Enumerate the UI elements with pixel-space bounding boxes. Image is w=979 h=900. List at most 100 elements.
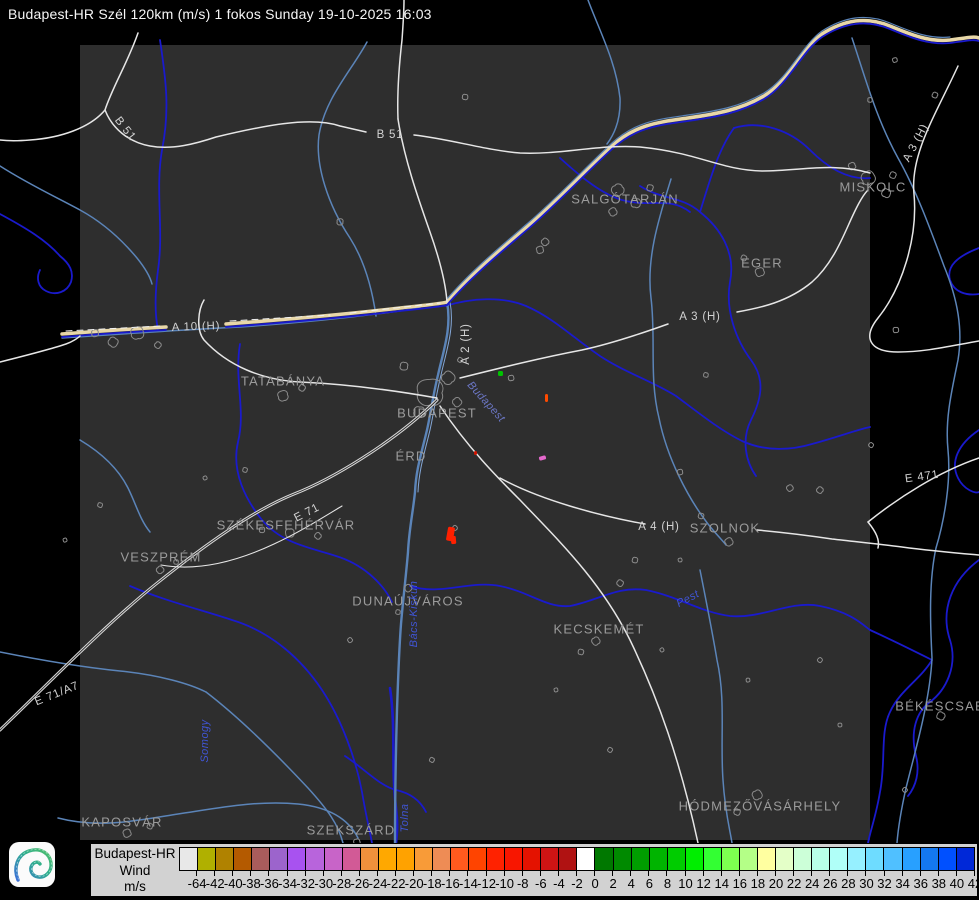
legend-value: 8 — [663, 876, 672, 891]
legend-value: -34 — [278, 876, 297, 891]
legend-value: -10 — [495, 876, 515, 891]
legend-cell — [848, 848, 867, 870]
legend-cell — [577, 848, 596, 870]
legend-caption: Budapest-HR Wind m/s — [93, 846, 177, 896]
legend-value: 36 — [913, 876, 928, 891]
road-label: A 3 (H) — [900, 121, 932, 165]
legend-value: 6 — [645, 876, 653, 891]
legend-value: 0 — [591, 876, 599, 891]
legend-value: -32 — [296, 876, 316, 891]
legend-cell — [559, 848, 578, 870]
legend-value: -36 — [260, 876, 279, 891]
legend-value: -6 — [535, 876, 547, 891]
legend-value: 4 — [627, 876, 635, 891]
legend-cell — [541, 848, 560, 870]
legend-cell — [432, 848, 451, 870]
legend-value: -12 — [477, 876, 496, 891]
legend-value: 34 — [895, 876, 910, 891]
legend-value: -18 — [422, 876, 442, 891]
road-label: E 471 — [904, 468, 940, 486]
legend-cell — [595, 848, 614, 870]
spiral-logo-icon — [14, 848, 53, 882]
legend-value: -24 — [368, 876, 388, 891]
legend-value: -22 — [386, 876, 406, 891]
legend-color-scale — [179, 847, 975, 871]
legend-value: 20 — [768, 876, 784, 891]
legend-value: -14 — [459, 876, 478, 891]
legend-value: 14 — [714, 876, 729, 891]
legend-cell — [414, 848, 433, 870]
legend-value: -40 — [223, 876, 243, 891]
legend-cell — [613, 848, 632, 870]
legend-value: 38 — [931, 876, 947, 891]
legend-cell — [884, 848, 903, 870]
legend-cell — [252, 848, 271, 870]
legend-cell — [306, 848, 325, 870]
legend-value: -20 — [404, 876, 424, 891]
radar-echo — [498, 371, 503, 376]
legend-value: -42 — [205, 876, 225, 891]
app-logo — [9, 842, 55, 887]
legend-value: 22 — [786, 876, 802, 891]
legend-value: 24 — [804, 876, 820, 891]
radar-echo — [545, 394, 548, 402]
legend-cell — [324, 848, 343, 870]
legend-cell — [450, 848, 469, 870]
legend-cell — [794, 848, 813, 870]
legend-cell — [776, 848, 795, 870]
legend-value: 42 — [967, 876, 979, 891]
legend-value: 26 — [823, 876, 838, 891]
legend-value: -26 — [350, 876, 370, 891]
legend-cell — [902, 848, 921, 870]
legend-cell — [469, 848, 488, 870]
legend-value: 32 — [877, 876, 892, 891]
legend-cell — [758, 848, 777, 870]
legend-cell — [830, 848, 849, 870]
legend-value: 10 — [678, 876, 693, 891]
weather-map-screen: Budapest-HR Szél 120km (m/s) 1 fokos Sun… — [0, 0, 979, 900]
legend-panel: Budapest-HR Wind m/s -64 -42 -40 -38 -36 -34-… — [90, 843, 979, 897]
legend-cell — [378, 848, 397, 870]
legend-value: 12 — [696, 876, 711, 891]
legend-value: 16 — [732, 876, 748, 891]
legend-value: 18 — [750, 876, 766, 891]
legend-cell — [180, 848, 199, 870]
map-title: Budapest-HR Szél 120km (m/s) 1 fokos Sun… — [8, 6, 432, 22]
legend-cell — [739, 848, 758, 870]
road-label: E 71/A7 — [33, 679, 81, 709]
radar-coverage-area — [80, 45, 870, 840]
legend-cell — [396, 848, 415, 870]
legend-cell — [866, 848, 885, 870]
legend-value: -64 — [187, 876, 207, 891]
legend-cell — [360, 848, 379, 870]
legend-value: 40 — [949, 876, 965, 891]
legend-value: -38 — [241, 876, 261, 891]
legend-cell — [703, 848, 722, 870]
legend-cell — [667, 848, 686, 870]
legend-cell — [920, 848, 939, 870]
legend-cell — [342, 848, 361, 870]
legend-value: 30 — [859, 876, 874, 891]
radar-echo — [474, 451, 477, 455]
radar-echo — [450, 535, 457, 545]
legend-unit: m/s — [124, 879, 146, 894]
legend-cell — [631, 848, 650, 870]
legend-cell — [649, 848, 668, 870]
legend-cell — [198, 848, 217, 870]
legend-value: -16 — [440, 876, 460, 891]
legend-cell — [505, 848, 524, 870]
legend-cell — [523, 848, 542, 870]
legend-cell — [685, 848, 704, 870]
legend-value: 2 — [609, 876, 617, 891]
legend-cell — [270, 848, 289, 870]
legend-cell — [216, 848, 235, 870]
legend-cell — [288, 848, 307, 870]
legend-cell — [234, 848, 253, 870]
legend-cell — [487, 848, 506, 870]
legend-value: -28 — [332, 876, 352, 891]
legend-variable: Wind — [119, 862, 151, 878]
legend-value: -30 — [314, 876, 334, 891]
legend-value: -4 — [553, 876, 565, 891]
legend-cell — [812, 848, 831, 870]
city-label: BÉKÉSCSABA — [895, 698, 979, 714]
